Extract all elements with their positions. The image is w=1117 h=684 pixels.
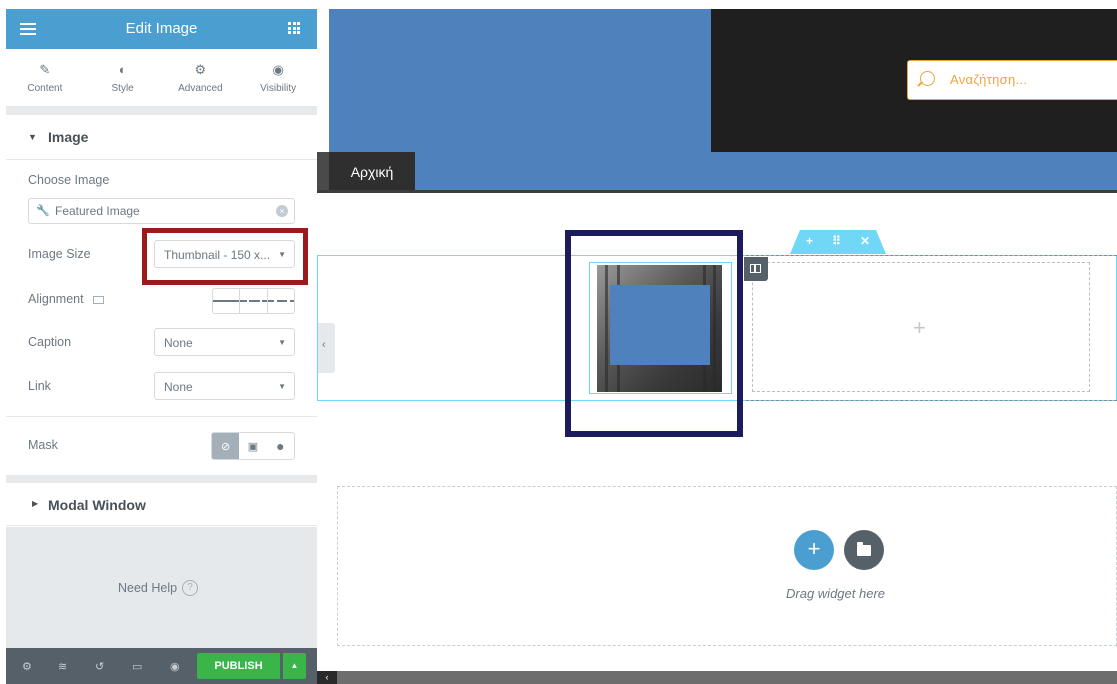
contrast-icon: ◐ (118, 62, 127, 77)
add-widget-plus-icon[interactable]: + (913, 315, 926, 341)
help-area: Need Help ? (6, 527, 317, 648)
drag-widget-label: Drag widget here (786, 586, 885, 601)
search-placeholder: Αναζήτηση... (950, 72, 1028, 87)
clear-icon[interactable]: × (276, 205, 288, 217)
search-input[interactable]: Αναζήτηση... (907, 60, 1117, 100)
drag-handle-icon[interactable]: ⠿ (832, 234, 841, 248)
scroll-left-icon[interactable]: ‹ (317, 671, 337, 684)
pencil-icon: ✎ (39, 62, 51, 77)
tab-style-label: Style (111, 83, 134, 94)
desktop-icon[interactable] (93, 295, 105, 304)
folder-icon (857, 542, 871, 556)
widget-drop-zone[interactable] (337, 486, 1117, 646)
caption-label: Caption (28, 335, 72, 349)
section-modal-header[interactable]: ▶ Modal Window (6, 483, 317, 526)
nav-item-home[interactable]: Αρχική (329, 152, 415, 192)
tab-content-label: Content (27, 83, 63, 94)
eye-icon: ◉ (272, 62, 284, 77)
tab-visibility[interactable]: ◉ Visibility (239, 49, 317, 106)
section-modal-title: Modal Window (48, 497, 146, 513)
tab-visibility-label: Visibility (260, 83, 297, 94)
section-image-header[interactable]: ▼ Image (6, 115, 317, 160)
panel-header: Edit Image (6, 9, 317, 49)
editor-screen: Edit Image ✎ Content ◐ Style ⚙ Advanced … (0, 0, 1117, 684)
mask-image-button[interactable]: ▣ (239, 433, 266, 459)
wrench-icon: 🔧 (36, 205, 50, 217)
circle-icon: ● (276, 438, 285, 454)
tab-style[interactable]: ◐ Style (84, 49, 162, 106)
align-center-button[interactable] (240, 289, 268, 313)
layers-icon[interactable]: ≋ (58, 660, 67, 673)
preview-eye-icon[interactable]: ◉ (170, 660, 180, 673)
alignment-label: Alignment (28, 292, 105, 306)
delete-section-icon[interactable]: ✕ (860, 234, 870, 248)
caret-up-icon: ▲ (290, 661, 299, 670)
align-center-icon (240, 299, 267, 304)
link-select[interactable]: None ▼ (154, 372, 295, 400)
image-icon: ▣ (247, 440, 259, 453)
section-divider (6, 475, 317, 483)
featured-image-field[interactable]: 🔧 Featured Image × (28, 198, 295, 224)
tab-advanced[interactable]: ⚙ Advanced (162, 49, 240, 106)
mask-options: ⊘ ▣ ● (211, 432, 295, 460)
widgets-grid-icon[interactable] (288, 22, 300, 34)
alignment-buttons (212, 288, 295, 314)
add-section-icon[interactable]: + (806, 234, 813, 248)
divider (6, 416, 317, 417)
image-size-label: Image Size (28, 247, 91, 261)
history-icon[interactable]: ↺ (95, 660, 104, 673)
responsive-icon[interactable]: ▭ (132, 660, 142, 673)
empty-column[interactable]: + (752, 262, 1090, 392)
caret-down-icon: ▼ (28, 132, 37, 142)
nav-bar (317, 152, 1117, 192)
column-handle-icon[interactable] (744, 257, 768, 281)
image-size-highlight (142, 228, 308, 285)
search-icon (920, 71, 935, 86)
tab-divider (6, 107, 317, 115)
section-handle[interactable]: + ⠿ ✕ (790, 230, 886, 254)
image-widget-highlight (565, 230, 743, 437)
frame-top (0, 0, 1117, 9)
mask-label: Mask (28, 438, 58, 452)
ban-icon: ⊘ (221, 440, 231, 453)
section-image-title: Image (48, 129, 89, 145)
panel-footer: ⚙ ≋ ↺ ▭ ◉ PUBLISH ▲ (6, 648, 317, 684)
panel-title: Edit Image (125, 20, 198, 37)
nav-bottom-border (317, 190, 1117, 193)
settings-icon[interactable]: ⚙ (22, 660, 32, 673)
link-value: None (164, 380, 193, 394)
editor-panel: Edit Image ✎ Content ◐ Style ⚙ Advanced … (6, 9, 317, 684)
tab-content[interactable]: ✎ Content (6, 49, 84, 106)
featured-image-value: Featured Image (55, 204, 140, 218)
align-left-button[interactable] (213, 289, 241, 313)
link-label: Link (28, 379, 51, 393)
publish-options-button[interactable]: ▲ (283, 653, 306, 679)
add-template-button[interactable] (844, 530, 884, 570)
section-controls: + ⠿ ✕ (806, 234, 870, 248)
align-right-button[interactable] (267, 289, 294, 313)
question-icon[interactable]: ? (182, 580, 198, 596)
gear-icon: ⚙ (194, 62, 207, 77)
need-help-link[interactable]: Need Help (118, 581, 177, 595)
choose-image-label: Choose Image (28, 173, 110, 187)
mask-circle-button[interactable]: ● (267, 433, 294, 459)
add-section-button[interactable]: + (794, 530, 834, 570)
caret-right-icon: ▶ (32, 499, 39, 508)
caption-value: None (164, 336, 193, 350)
mask-none-button[interactable]: ⊘ (212, 433, 240, 459)
chevron-down-icon: ▼ (278, 382, 286, 391)
caption-select[interactable]: None ▼ (154, 328, 295, 356)
align-left-icon (213, 299, 240, 304)
panel-tabs: ✎ Content ◐ Style ⚙ Advanced ◉ Visibilit… (6, 49, 317, 107)
align-right-icon (267, 299, 294, 304)
publish-button[interactable]: PUBLISH (197, 653, 280, 679)
alignment-label-text: Alignment (28, 292, 84, 306)
header-logo-placeholder (329, 9, 711, 152)
canvas-scrollbar[interactable] (317, 671, 1117, 684)
tab-advanced-label: Advanced (178, 83, 223, 94)
nav-left-edge (317, 152, 329, 192)
chevron-down-icon: ▼ (278, 338, 286, 347)
